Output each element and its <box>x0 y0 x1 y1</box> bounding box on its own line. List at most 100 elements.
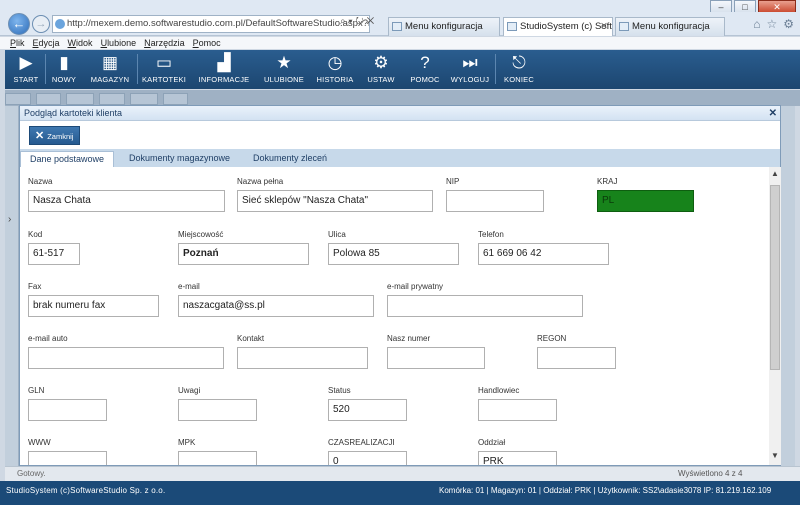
browser-tab-1[interactable]: Menu konfiguracja <box>388 17 500 36</box>
field-label: REGON <box>537 334 567 343</box>
field-label: Oddział <box>478 438 506 447</box>
field-email: e-mail naszacgata@ss.pl <box>178 281 374 317</box>
toolbar-pomoc-button[interactable]: ? POMOC <box>407 52 443 88</box>
browser-tab-3[interactable]: Menu konfiguracja <box>615 17 725 36</box>
stop-icon[interactable]: ✕ <box>367 16 375 27</box>
vertical-scrollbar[interactable]: ▲ ▼ <box>769 167 781 465</box>
menu-edycja[interactable]: Edycja <box>33 37 60 49</box>
nazwa-pelna-input[interactable]: Sieć sklepów "Nasza Chata" <box>237 190 433 212</box>
menu-widok[interactable]: Widok <box>68 37 93 49</box>
field-regon: REGON <box>537 333 616 369</box>
nip-input[interactable] <box>446 190 544 212</box>
toolbar-label: KARTOTEKI <box>141 75 187 84</box>
field-label: Ulica <box>328 230 346 239</box>
menu-plik[interactable]: Plik <box>10 37 25 49</box>
www-input[interactable] <box>28 451 107 465</box>
field-telefon: Telefon 61 669 06 42 <box>478 229 609 265</box>
field-label: CZASREALIZACJI <box>328 438 395 447</box>
refresh-icon[interactable]: ↻ <box>355 16 363 27</box>
field-gln: GLN <box>28 385 107 421</box>
menu-ulubione[interactable]: Ulubione <box>101 37 137 49</box>
browser-tab-2[interactable]: StudioSystem (c) Soft... ✕ <box>503 17 613 36</box>
gln-input[interactable] <box>28 399 107 421</box>
kraj-input[interactable]: PL <box>597 190 694 212</box>
toolbar-start-button[interactable]: ▶ START <box>11 52 41 88</box>
subbar-button[interactable] <box>162 93 189 105</box>
toolbar-koniec-button[interactable]: ⎋ KONIEC <box>499 52 539 88</box>
gears-icon: ⚙ <box>373 53 389 72</box>
subbar-button[interactable] <box>35 93 62 105</box>
subbar-button[interactable] <box>5 93 31 105</box>
fax-input[interactable]: brak numeru fax <box>28 295 159 317</box>
gear-icon[interactable]: ⚙ <box>783 17 794 31</box>
scroll-up-icon[interactable]: ▲ <box>769 169 781 181</box>
toolbar-magazyn-button[interactable]: ▦ MAGAZYN <box>87 52 133 88</box>
nasz-numer-input[interactable] <box>387 347 485 369</box>
email-prywatny-input[interactable] <box>387 295 583 317</box>
field-label: Telefon <box>478 230 504 239</box>
tab-dokumenty-zlecen[interactable]: Dokumenty zleceń <box>244 151 336 167</box>
session-info: Komórka: 01 | Magazyn: 01 | Oddział: PRK… <box>439 486 772 495</box>
regon-input[interactable] <box>537 347 616 369</box>
toolbar-ulubione-button[interactable]: ★ ULUBIONE <box>259 52 309 88</box>
tab-dane-podstawowe[interactable]: Dane podstawowe <box>20 151 115 167</box>
toolbar-label: MAGAZYN <box>90 75 130 84</box>
secondary-toolbar <box>5 90 800 106</box>
address-bar[interactable]: http://mexem.demo.softwarestudio.com.pl/… <box>52 15 370 33</box>
toolbar-ustaw-button[interactable]: ⚙ USTAW <box>363 52 399 88</box>
field-nasz-numer: Nasz numer <box>387 333 485 369</box>
toolbar-separator <box>495 54 496 84</box>
ulica-input[interactable]: Polowa 85 <box>328 243 459 265</box>
browser-menubar: Plik Edycja Widok Ulubione Narzędzia Pom… <box>0 37 800 49</box>
toolbar-kartoteki-button[interactable]: ▭ KARTOTEKI <box>139 52 189 88</box>
toolbar-nowy-button[interactable]: ▮ NOWY <box>49 52 79 88</box>
czasrealizacji-input[interactable]: 0 <box>328 451 407 465</box>
field-label: Fax <box>28 282 42 291</box>
email-auto-input[interactable] <box>28 347 224 369</box>
forward-arrow-icon[interactable]: → <box>32 15 50 33</box>
handlowiec-input[interactable] <box>478 399 557 421</box>
close-button[interactable]: ✕ Zamknij <box>29 126 81 145</box>
mpk-input[interactable] <box>178 451 257 465</box>
menu-pomoc[interactable]: Pomoc <box>193 37 221 49</box>
bar-chart-icon: ▟ <box>217 53 231 72</box>
help-icon: ? <box>420 53 430 72</box>
subbar-button[interactable] <box>66 93 95 105</box>
scroll-thumb[interactable] <box>770 185 780 370</box>
field-label: Nasz numer <box>387 334 431 343</box>
dialog-close-icon[interactable]: ✕ <box>769 106 777 121</box>
search-icon[interactable]: ⌕ <box>340 16 346 27</box>
field-kontakt: Kontakt <box>237 333 368 369</box>
kod-input[interactable]: 61-517 <box>28 243 80 265</box>
oddzial-input[interactable]: PRK <box>478 451 557 465</box>
left-rail: › <box>5 106 19 466</box>
email-input[interactable]: naszacgata@ss.pl <box>178 295 374 317</box>
menu-narzedzia[interactable]: Narzędzia <box>144 37 185 49</box>
subbar-button[interactable] <box>99 93 125 105</box>
field-label: Handlowiec <box>478 386 520 395</box>
telefon-input[interactable]: 61 669 06 42 <box>478 243 609 265</box>
nazwa-input[interactable]: Nasza Chata <box>28 190 225 212</box>
back-arrow-icon[interactable]: ← <box>8 13 30 35</box>
right-rail <box>780 106 795 466</box>
home-icon[interactable]: ⌂ <box>753 17 760 31</box>
subbar-button[interactable] <box>129 93 158 105</box>
chevron-right-icon[interactable]: › <box>8 214 11 225</box>
miejscowosc-input[interactable]: Poznań <box>178 243 309 265</box>
toolbar-historia-button[interactable]: ◷ HISTORIA <box>313 52 357 88</box>
field-label: Kod <box>28 230 43 239</box>
window-titlebar: – □ ✕ <box>0 0 800 14</box>
favorites-star-icon[interactable]: ☆ <box>766 17 777 31</box>
scroll-down-icon[interactable]: ▼ <box>769 451 781 463</box>
client-card-dialog: Podgląd kartoteki klienta ✕ ✕ Zamknij Dan… <box>19 105 781 466</box>
kontakt-input[interactable] <box>237 347 368 369</box>
status-input[interactable]: 520 <box>328 399 407 421</box>
tab-close-icon[interactable]: ✕ <box>600 18 608 35</box>
field-label: Kontakt <box>237 334 265 343</box>
dropdown-icon[interactable]: ▾ <box>348 16 352 27</box>
toolbar-wyloguj-button[interactable]: ⏭ WYLOGUJ <box>449 52 491 88</box>
tab-dokumenty-magazynowe[interactable]: Dokumenty magazynowe <box>120 151 239 167</box>
field-label: e-mail <box>178 282 200 291</box>
toolbar-informacje-button[interactable]: ▟ INFORMACJE <box>196 52 252 88</box>
uwagi-input[interactable] <box>178 399 257 421</box>
